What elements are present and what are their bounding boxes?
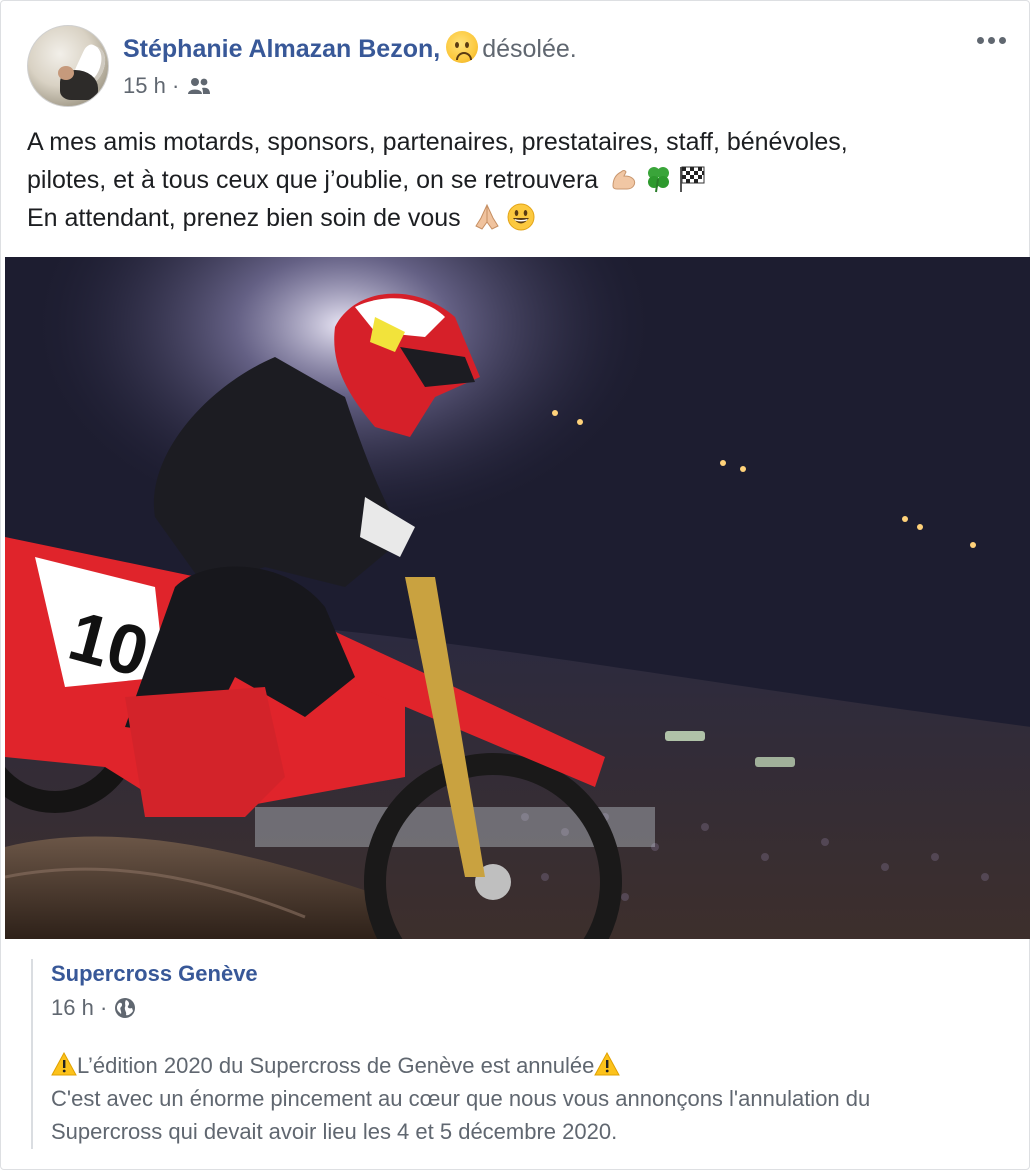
worried-face-icon	[446, 31, 479, 63]
meta-separator: ·	[171, 73, 180, 98]
post-text-line: En attendant, prenez bien soin de vous	[27, 199, 1012, 237]
four-leaf-clover-icon	[648, 167, 670, 193]
folded-hands-icon	[474, 203, 499, 230]
more-options-button[interactable]	[969, 27, 1013, 55]
more-dots-icon	[976, 37, 984, 44]
shared-post-timestamp[interactable]: 16 h	[51, 995, 94, 1020]
shared-post-line: C'est avec un énorme pincement au cœur q…	[51, 1086, 871, 1111]
feeling-text: désolée.	[482, 35, 577, 63]
shared-post-meta: 16 h ·	[51, 993, 1006, 1023]
shared-post-line: Supercross qui devait avoir lieu les 4 e…	[51, 1119, 618, 1144]
post-text: A mes amis motards, sponsors, partenaire…	[27, 123, 1012, 237]
post-text-line: pilotes, et à tous ceux que j’oublie, on…	[27, 161, 1012, 199]
friends-icon[interactable]	[187, 74, 211, 104]
author-name-link[interactable]: Stéphanie Almazan Bezon,	[123, 35, 440, 63]
meta-separator: ·	[99, 995, 108, 1020]
checkered-flag-icon	[680, 166, 705, 192]
post-text-line: A mes amis motards, sponsors, partenaire…	[27, 128, 848, 156]
motocross-rider-photo: 10	[5, 257, 1030, 939]
post-header: Stéphanie Almazan Bezon, désolée.	[123, 31, 577, 66]
globe-icon[interactable]	[113, 996, 137, 1020]
author-avatar[interactable]	[27, 25, 109, 107]
post-meta: 15 h ·	[123, 71, 211, 104]
shared-post-body: L’édition 2020 du Supercross de Genève e…	[51, 1049, 1006, 1148]
grinning-face-icon	[507, 203, 535, 231]
warning-icon	[594, 1052, 621, 1076]
feed-post: Stéphanie Almazan Bezon, désolée. 15 h · …	[0, 0, 1030, 1170]
warning-icon	[51, 1052, 77, 1076]
flexed-biceps-icon	[612, 170, 636, 190]
post-timestamp[interactable]: 15 h	[123, 73, 166, 98]
post-photo[interactable]: 10	[5, 257, 1030, 939]
shared-post: Supercross Genève 16 h · L’édition 2020 …	[31, 959, 1006, 1149]
shared-post-line: L’édition 2020 du Supercross de Genève e…	[51, 1049, 1006, 1082]
shared-page-name-link[interactable]: Supercross Genève	[51, 959, 1006, 989]
